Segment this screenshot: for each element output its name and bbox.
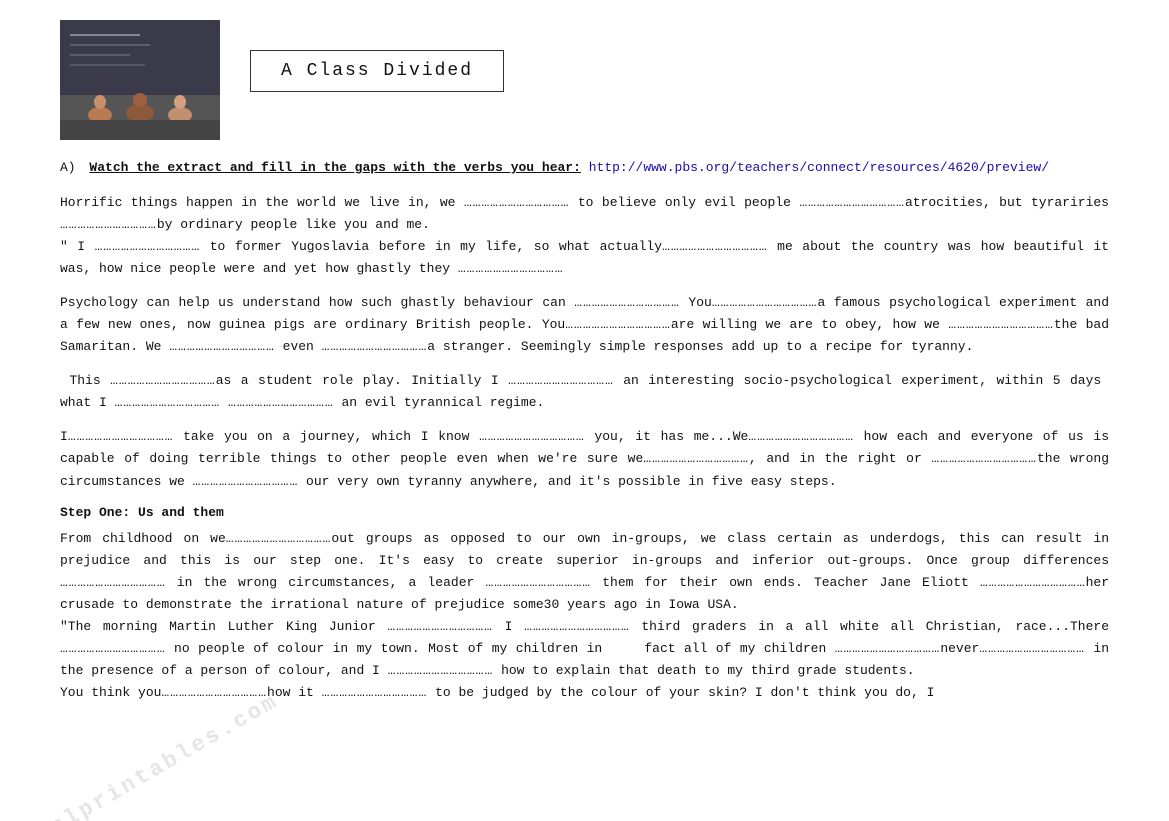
instruction-text: Watch the extract and fill in the gaps w… xyxy=(89,160,580,175)
instruction-label: A) xyxy=(60,160,76,175)
paragraph-5: From childhood on we………………………………out grou… xyxy=(60,528,1109,705)
instruction-line: A) Watch the extract and fill in the gap… xyxy=(60,158,1109,178)
title-box: A Class Divided xyxy=(250,50,504,92)
paragraph-1: Horrific things happen in the world we l… xyxy=(60,192,1109,280)
watermark: eslprintables.com xyxy=(32,689,283,821)
step-one-heading: Step One: Us and them xyxy=(60,505,1109,520)
paragraph-2: Psychology can help us understand how su… xyxy=(60,292,1109,358)
paragraph-3: This ………………………………as a student role play.… xyxy=(60,370,1109,414)
paragraph-4: I……………………………… take you on a journey, whi… xyxy=(60,426,1109,492)
page-title: A Class Divided xyxy=(281,61,473,81)
class-photo xyxy=(60,20,220,140)
instruction-link[interactable]: http://www.pbs.org/teachers/connect/reso… xyxy=(589,160,1049,175)
